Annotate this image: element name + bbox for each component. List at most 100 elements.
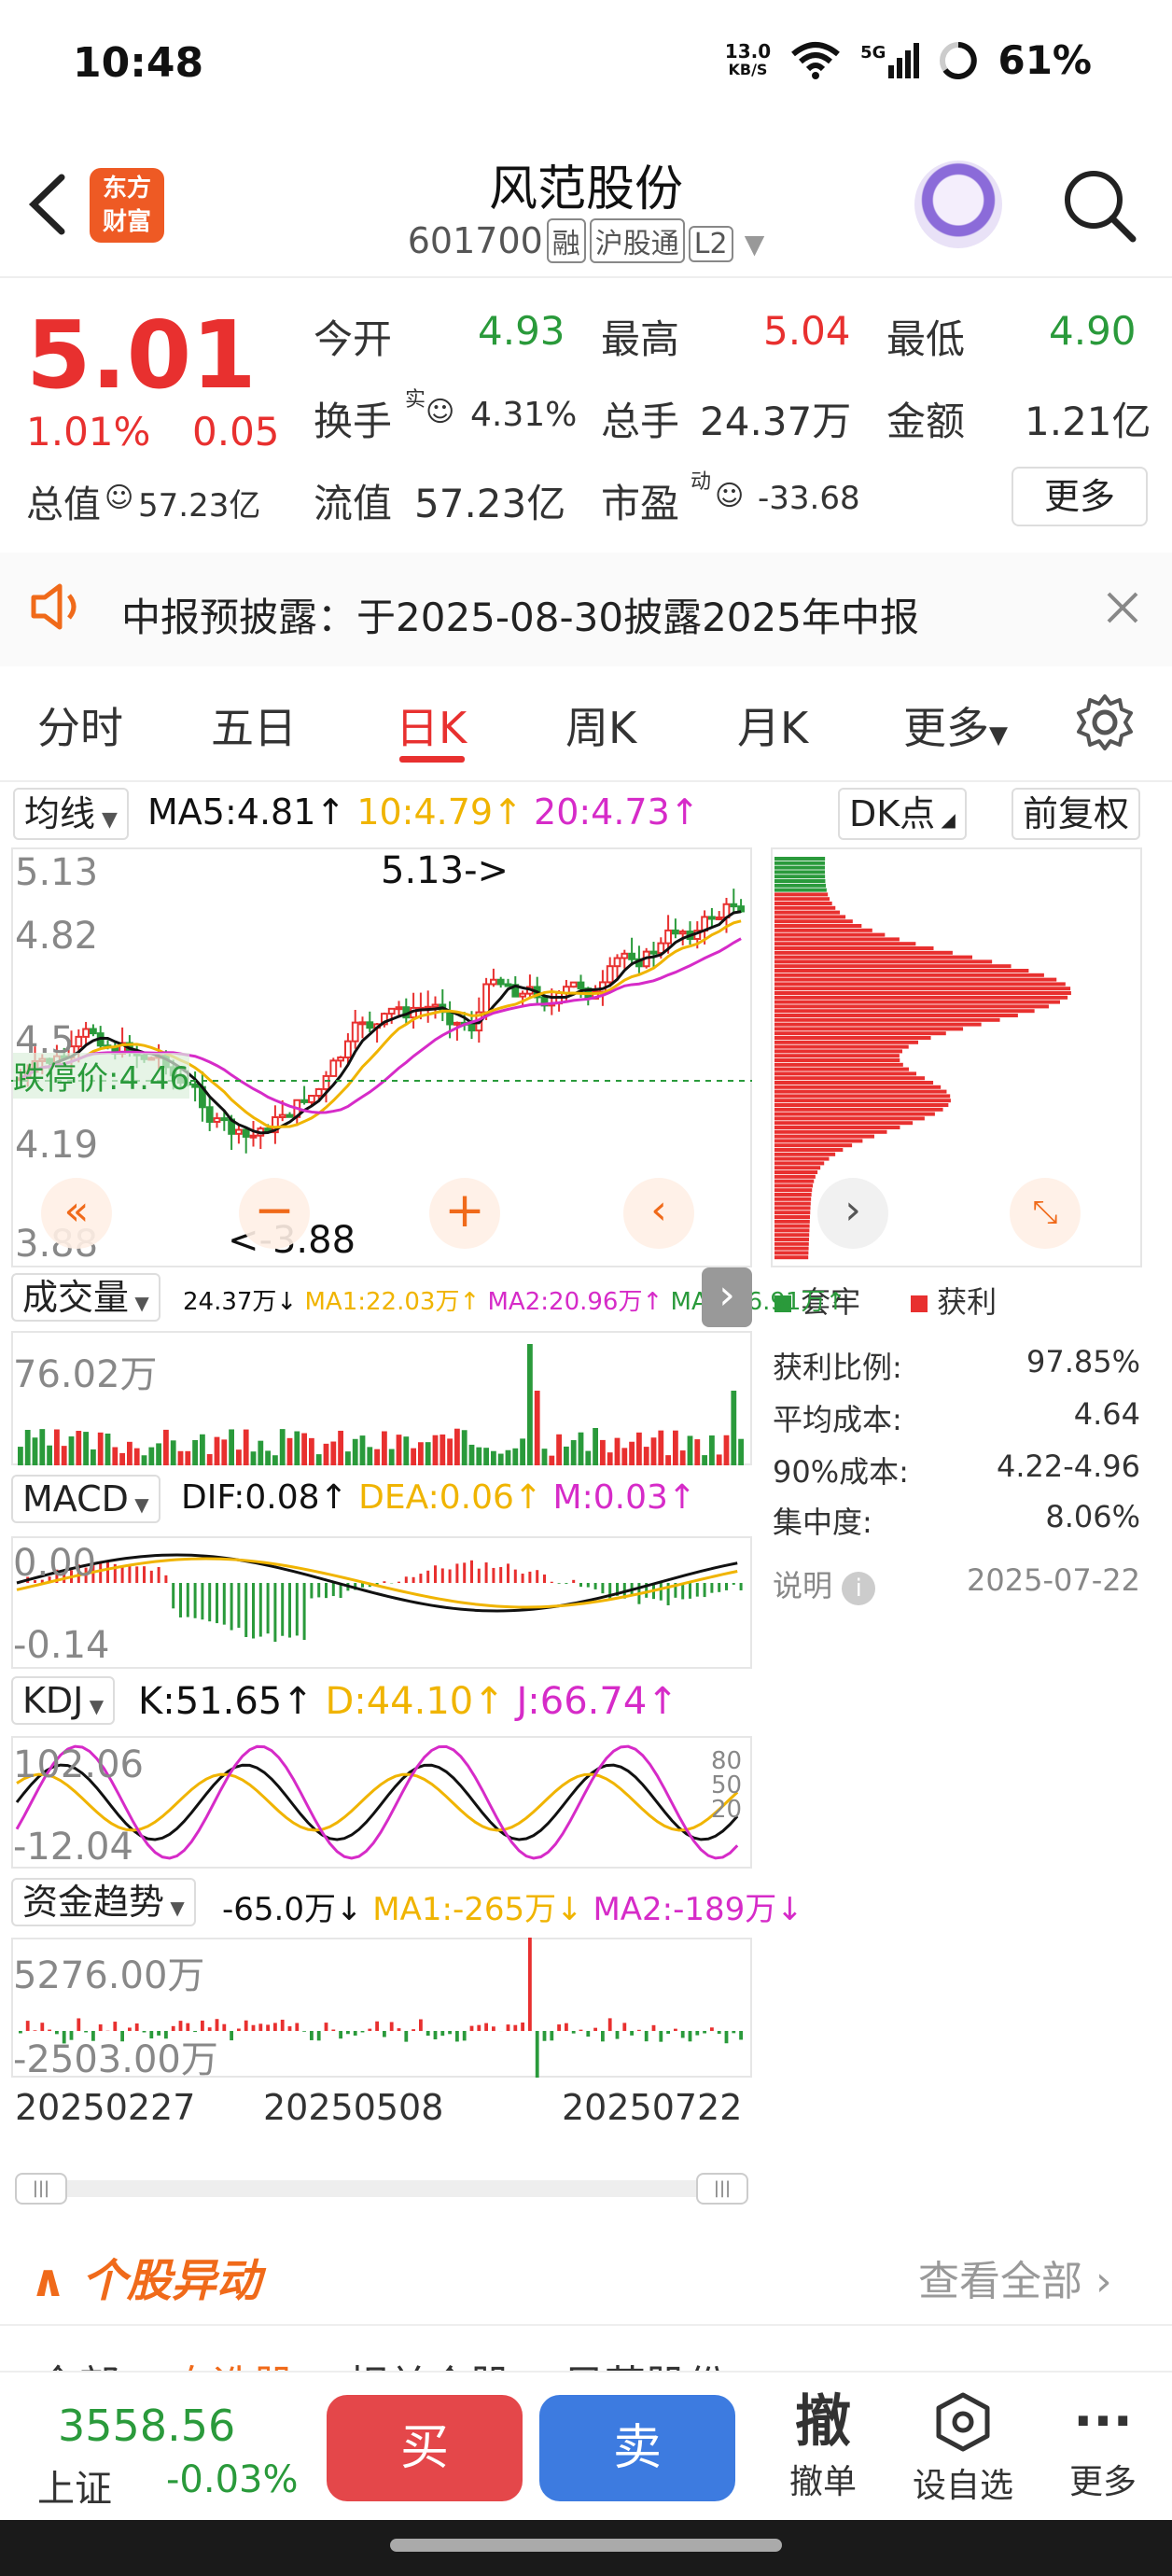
turnover-info-icon[interactable]: ☺	[426, 396, 454, 428]
indicator-select[interactable]: 均线 ▼	[13, 788, 129, 840]
volume-bar	[192, 1439, 198, 1465]
buy-button[interactable]: 买	[327, 2395, 523, 2501]
fund-bar	[703, 2031, 706, 2034]
tab-more[interactable]: 更多▼	[903, 694, 1008, 756]
cost-bar	[774, 1206, 811, 1211]
more-dots-icon: ···	[1073, 2391, 1133, 2452]
candle-body	[621, 952, 629, 959]
concentration-label: 集中度:	[773, 1505, 872, 1540]
range-scrollbar-track[interactable]	[15, 2180, 748, 2197]
cost-bar	[774, 955, 973, 959]
candle-body	[490, 978, 497, 986]
zoom-in-button[interactable]: +	[429, 1178, 500, 1249]
chevron-down-icon: ▼	[83, 1695, 105, 1717]
candle-body	[308, 1095, 315, 1103]
fund-bar	[230, 2031, 233, 2041]
notice-text[interactable]: 中报预披露：于2025-08-30披露2025年中报	[121, 586, 919, 643]
volume-bar	[556, 1434, 562, 1465]
cost-bar	[774, 1174, 816, 1179]
info-icon: i	[842, 1572, 876, 1605]
volume-bar	[403, 1436, 410, 1465]
kdj-bottom-label: -12.04	[13, 1826, 133, 1869]
range-handle-right[interactable]: |||	[696, 2173, 748, 2205]
fund-trend-ma2: MA2:-189万↓	[593, 1891, 803, 1928]
candle-body	[730, 903, 738, 908]
volume-bar	[229, 1429, 234, 1465]
peek-tab-all: 全部	[37, 2362, 119, 2371]
more-actions-button[interactable]: ··· 更多	[1056, 2389, 1150, 2503]
volume-bar	[621, 1448, 628, 1465]
index-value[interactable]: 3558.56	[58, 2401, 235, 2451]
macd-select[interactable]: MACD ▼	[11, 1475, 160, 1523]
kdj-values: K:51.65↑ D:44.10↑ J:66.74↑	[138, 1680, 678, 1723]
zoom-out-button[interactable]: −	[239, 1178, 310, 1249]
tab-timeshare[interactable]: 分时	[37, 694, 123, 756]
volume-select-label: 成交量	[22, 1277, 130, 1318]
date-label-start: 20250227	[15, 2087, 196, 2128]
explanation-link[interactable]: 说明 i	[773, 1562, 876, 1605]
sell-button[interactable]: 卖	[539, 2395, 735, 2501]
cost-bar	[774, 875, 826, 879]
market-cap-info-icon[interactable]: ☺	[105, 482, 133, 514]
rewind-button[interactable]: «	[41, 1178, 112, 1249]
index-name[interactable]: 上证	[37, 2458, 112, 2513]
assistant-robot-icon[interactable]	[914, 161, 1002, 248]
candle-body	[496, 978, 505, 986]
cancel-order-button[interactable]: 撤 撤单	[776, 2389, 870, 2503]
more-quote-button[interactable]: 更多	[1012, 467, 1148, 526]
fund-trend-ma1: MA1:-265万↓	[372, 1891, 583, 1928]
cost-bar	[774, 1148, 844, 1152]
range-handle-left[interactable]: |||	[15, 2173, 67, 2205]
net-speed: 13.0 KB/S	[725, 42, 771, 79]
expand-panel-button[interactable]: ›	[702, 1267, 752, 1327]
fund-bar	[565, 2023, 568, 2031]
cost-bar	[774, 942, 916, 946]
candle-body	[708, 916, 716, 920]
peek-tab-related: 相关个股	[347, 2362, 511, 2371]
cost-bar	[774, 1193, 812, 1197]
volume-bar	[112, 1447, 119, 1465]
tab-monthly-k[interactable]: 月K	[737, 694, 808, 756]
dk-point-button[interactable]: DK点 ◢	[838, 788, 967, 840]
view-all-link[interactable]: 查看全部 ›	[918, 2247, 1112, 2307]
volume-select[interactable]: 成交量 ▼	[11, 1273, 160, 1322]
volume-bar	[534, 1391, 540, 1465]
cost-bar	[774, 1014, 1018, 1017]
avg-cost-value: 4.64	[1073, 1396, 1140, 1432]
fund-bar	[528, 1938, 532, 2031]
movement-section-title[interactable]: ∧ 个股异动	[30, 2244, 261, 2309]
settings-gear-icon[interactable]	[1075, 693, 1135, 752]
add-watchlist-button[interactable]: 设自选	[905, 2389, 1021, 2507]
home-indicator[interactable]	[390, 2539, 782, 2552]
search-icon[interactable]	[1058, 164, 1138, 245]
fund-bar	[739, 2031, 743, 2040]
cost-bar	[774, 1241, 809, 1246]
active-tab-indicator	[399, 756, 465, 763]
fund-bottom-label: -2503.00万	[13, 2038, 218, 2081]
fund-trend-select[interactable]: 资金趋势 ▼	[11, 1878, 196, 1926]
cost90-label: 90%成本:	[773, 1454, 909, 1490]
tab-weekly-k[interactable]: 周K	[565, 694, 636, 756]
cost-bar	[774, 1143, 853, 1148]
adjust-button[interactable]: 前复权	[1012, 788, 1141, 840]
candle-body	[649, 950, 658, 955]
kdj-select[interactable]: KDJ ▼	[11, 1676, 116, 1725]
fullscreen-icon[interactable]: ⤡	[1010, 1178, 1081, 1249]
fund-bar	[448, 2031, 452, 2035]
fund-bar	[492, 2026, 495, 2031]
close-icon[interactable]	[1105, 590, 1140, 625]
cost-bar	[774, 1251, 809, 1255]
pe-info-icon[interactable]: ☺	[715, 480, 744, 512]
low-label: 最低	[886, 316, 966, 362]
step-back-button[interactable]: ‹	[623, 1178, 694, 1249]
tab-daily-k[interactable]: 日K	[396, 694, 467, 756]
stock-code: 601700	[407, 220, 543, 261]
candle-body	[278, 1113, 286, 1119]
cost-bar	[774, 982, 1066, 987]
tab-five-day[interactable]: 五日	[211, 694, 297, 756]
index-change[interactable]: -0.03%	[166, 2458, 299, 2501]
volume-bar	[68, 1436, 75, 1465]
chevron-down-icon: ▼	[989, 721, 1008, 749]
expand-right-button[interactable]: ›	[817, 1178, 888, 1249]
fund-bar	[295, 2023, 300, 2031]
